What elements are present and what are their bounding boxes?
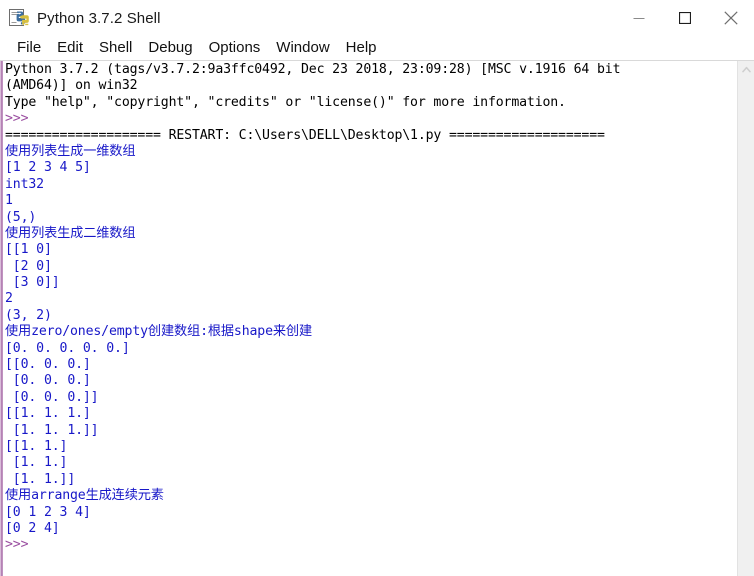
menu-item-shell[interactable]: Shell bbox=[91, 38, 140, 58]
shell-line: [0 1 2 3 4] bbox=[5, 504, 91, 520]
shell-line: Python 3.7.2 (tags/v3.7.2:9a3ffc0492, De… bbox=[5, 62, 621, 77]
shell-line: [[1. 1.] bbox=[5, 438, 68, 454]
menu-item-file[interactable]: File bbox=[9, 38, 49, 58]
window-title: Python 3.7.2 Shell bbox=[37, 9, 161, 27]
shell-line: Type "help", "copyright", "credits" or "… bbox=[5, 94, 566, 110]
shell-line: [2 0] bbox=[5, 258, 52, 274]
scrollbar-up-button[interactable] bbox=[738, 61, 754, 78]
menu-bar: File Edit Shell Debug Options Window Hel… bbox=[0, 36, 754, 61]
shell-line: 使用arrange生成连续元素 bbox=[5, 488, 164, 504]
menu-item-options[interactable]: Options bbox=[201, 38, 269, 58]
shell-line: (AMD64)] on win32 bbox=[5, 78, 138, 94]
shell-line: [3 0]] bbox=[5, 275, 60, 291]
python-shell-window: Python 3.7.2 Shell File Edit Shell Debug… bbox=[0, 0, 754, 576]
shell-line: 使用列表生成二维数组 bbox=[5, 225, 136, 241]
minimize-button[interactable] bbox=[616, 0, 662, 36]
close-button[interactable] bbox=[708, 0, 754, 36]
shell-line: 使用列表生成一维数组 bbox=[5, 143, 136, 159]
shell-line: [1. 1.]] bbox=[5, 471, 76, 487]
shell-line: [1. 1. 1.]] bbox=[5, 422, 99, 438]
shell-line: 1 bbox=[5, 193, 13, 209]
shell-area: Python 3.7.2 (tags/v3.7.2:9a3ffc0492, De… bbox=[0, 61, 754, 576]
shell-line: [0. 0. 0.] bbox=[5, 373, 91, 389]
shell-scrollbar[interactable] bbox=[737, 61, 754, 576]
menu-item-debug[interactable]: Debug bbox=[140, 38, 200, 58]
shell-line: 2 bbox=[5, 291, 13, 307]
shell-output-text[interactable]: Python 3.7.2 (tags/v3.7.2:9a3ffc0492, De… bbox=[3, 61, 737, 576]
shell-line: [[1 0] bbox=[5, 242, 52, 258]
menu-item-window[interactable]: Window bbox=[268, 38, 337, 58]
shell-line: int32 bbox=[5, 176, 44, 192]
shell-line: [1 2 3 4 5] bbox=[5, 160, 91, 176]
title-bar: Python 3.7.2 Shell bbox=[0, 0, 754, 36]
shell-line: >>> bbox=[5, 537, 29, 553]
shell-line: (3, 2) bbox=[5, 307, 52, 323]
shell-line: 使用zero/ones/empty创建数组:根据shape来创建 bbox=[5, 324, 312, 340]
shell-line: ==================== RESTART: C:\Users\D… bbox=[5, 127, 605, 143]
window-controls bbox=[616, 0, 754, 36]
shell-line: [[1. 1. 1.] bbox=[5, 406, 91, 422]
shell-line: [0 2 4] bbox=[5, 520, 60, 536]
maximize-button[interactable] bbox=[662, 0, 708, 36]
maximize-icon bbox=[679, 12, 691, 24]
python-idle-icon bbox=[9, 8, 29, 28]
scrollbar-track[interactable] bbox=[738, 78, 754, 576]
shell-line: >>> bbox=[5, 111, 29, 127]
close-icon bbox=[724, 11, 738, 25]
shell-line: [0. 0. 0. 0. 0.] bbox=[5, 340, 130, 356]
menu-item-edit[interactable]: Edit bbox=[49, 38, 91, 58]
minimize-icon bbox=[633, 18, 645, 19]
chevron-up-icon bbox=[741, 66, 751, 73]
shell-line: [0. 0. 0.]] bbox=[5, 389, 99, 405]
shell-line: [[0. 0. 0.] bbox=[5, 357, 91, 373]
shell-line: (5,) bbox=[5, 209, 37, 225]
shell-line: [1. 1.] bbox=[5, 455, 68, 471]
menu-item-help[interactable]: Help bbox=[338, 38, 385, 58]
